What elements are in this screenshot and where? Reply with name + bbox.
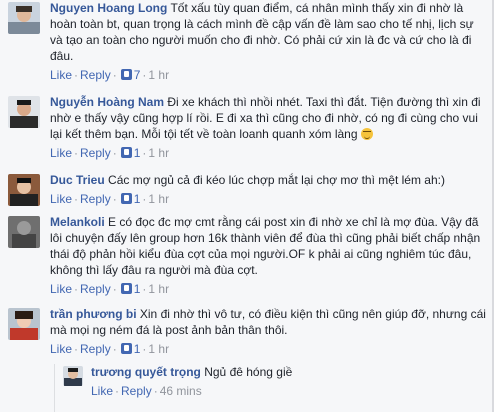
like-count-icon <box>120 343 132 354</box>
like-link[interactable]: Like <box>91 384 113 398</box>
comment-author[interactable]: Melankoli <box>50 215 105 229</box>
reply-actions: Like · Reply · 46 mins <box>91 384 202 398</box>
reply-link[interactable]: Reply <box>80 192 111 206</box>
like-count-icon <box>120 193 132 204</box>
laughing-emoji-icon <box>360 128 373 140</box>
like-count[interactable]: 7 <box>134 68 141 82</box>
comment-time: 1 hr <box>148 146 170 160</box>
avatar[interactable] <box>8 2 40 34</box>
comment-actions: Like · Reply · 7 · 1 hr <box>50 68 170 82</box>
like-count-icon <box>120 283 132 294</box>
reply-link[interactable]: Reply <box>80 146 111 160</box>
reply-link[interactable]: Reply <box>80 342 111 356</box>
like-link[interactable]: Like <box>50 282 72 296</box>
reply-author[interactable]: trương quyết trọng <box>91 365 201 379</box>
like-count[interactable]: 1 <box>134 146 141 160</box>
comment-actions: Like · Reply · 1 · 1 hr <box>50 192 170 206</box>
avatar[interactable] <box>8 174 40 206</box>
comment-text: Các mợ ngủ cả đi kéo lúc chợp mắt lại ch… <box>108 173 445 187</box>
comment-time: 1 hr <box>148 192 170 206</box>
avatar[interactable] <box>8 216 40 248</box>
like-count-icon <box>120 147 132 158</box>
reply-link[interactable]: Reply <box>80 282 111 296</box>
like-link[interactable]: Like <box>50 146 72 160</box>
reply-text: Ngủ đê hóng giề <box>204 365 293 379</box>
comment-author[interactable]: Nguyễn Hoàng Nam <box>50 95 164 109</box>
like-count[interactable]: 1 <box>134 342 141 356</box>
comment-actions: Like · Reply · 1 · 1 hr <box>50 282 170 296</box>
comment-author[interactable]: Nguyen Hoang Long <box>50 1 167 15</box>
comment-actions: Like · Reply · 1 · 1 hr <box>50 342 170 356</box>
comment-time: 1 hr <box>148 282 170 296</box>
comment-actions: Like · Reply · 1 · 1 hr <box>50 146 170 160</box>
avatar[interactable] <box>8 308 40 340</box>
avatar[interactable] <box>8 96 40 128</box>
avatar[interactable] <box>63 366 83 386</box>
comment-time: 1 hr <box>148 342 170 356</box>
reply-link[interactable]: Reply <box>121 384 152 398</box>
reply-time: 46 mins <box>159 384 202 398</box>
like-count[interactable]: 1 <box>134 282 141 296</box>
comment-author[interactable]: Duc Trieu <box>50 173 105 187</box>
reply-thread: trương quyết trọng Ngủ đê hóng giề Like ·… <box>54 364 485 412</box>
like-link[interactable]: Like <box>50 342 72 356</box>
reply-link[interactable]: Reply <box>80 68 111 82</box>
like-link[interactable]: Like <box>50 192 72 206</box>
like-count-icon <box>120 69 132 80</box>
like-link[interactable]: Like <box>50 68 72 82</box>
comment-time: 1 hr <box>148 68 170 82</box>
comment-author[interactable]: trần phương bi <box>50 307 137 321</box>
comment-text: E có đọc đc mợ cmt rằng cái post xin đi … <box>50 215 481 277</box>
like-count[interactable]: 1 <box>134 192 141 206</box>
comment-thread: Nguyen Hoang Long Tốt xấu tùy quan điểm,… <box>0 0 494 412</box>
